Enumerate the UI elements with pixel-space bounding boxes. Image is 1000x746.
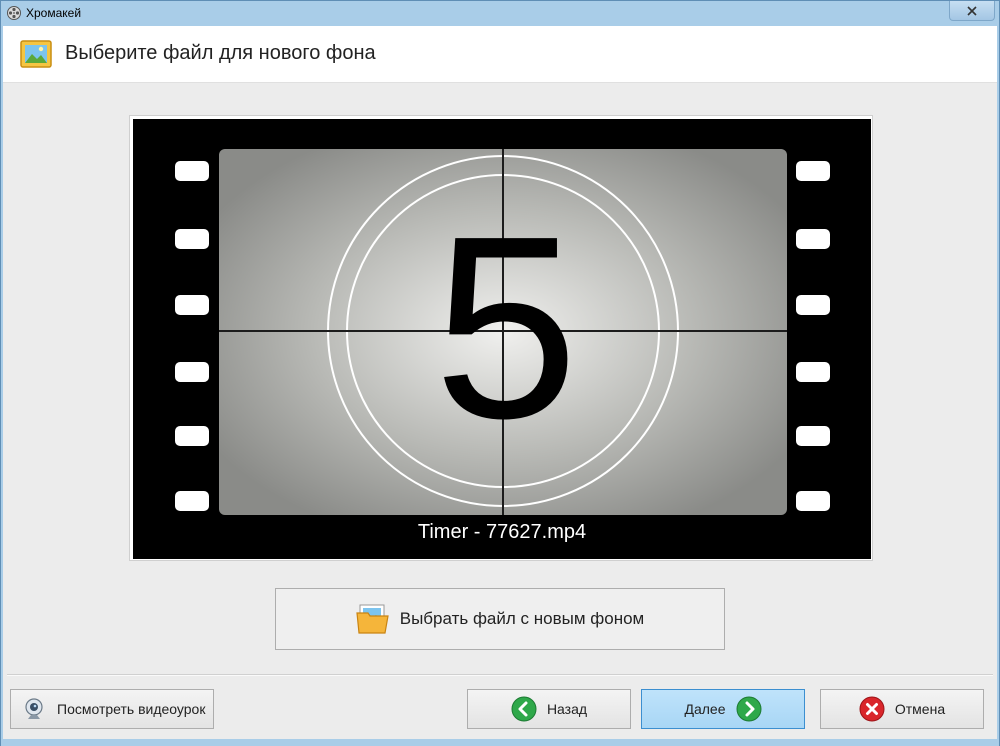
window-title: Хромакей bbox=[26, 6, 82, 20]
countdown-film-preview: 5 bbox=[133, 119, 871, 559]
choose-background-file-button[interactable]: Выбрать файл с новым фоном bbox=[275, 588, 725, 650]
countdown-digit: 5 bbox=[434, 183, 579, 473]
chromakey-window: Хромакей Выберите файл для нового фона 5… bbox=[0, 0, 1000, 746]
watch-tutorial-label: Посмотреть видеоурок bbox=[57, 701, 206, 717]
next-label: Далее bbox=[684, 701, 726, 717]
webcam-icon bbox=[25, 698, 43, 719]
back-button[interactable]: Назад bbox=[467, 689, 631, 729]
choose-file-label: Выбрать файл с новым фоном bbox=[399, 609, 645, 628]
arrow-left-icon bbox=[511, 696, 537, 722]
picture-folder-icon bbox=[20, 40, 52, 68]
back-label: Назад bbox=[546, 701, 588, 717]
film-reel-icon bbox=[7, 6, 21, 20]
close-icon bbox=[967, 5, 977, 16]
watch-tutorial-button[interactable]: Посмотреть видеоурок bbox=[10, 689, 214, 729]
footer-divider bbox=[7, 674, 993, 676]
next-button[interactable]: Далее bbox=[641, 689, 805, 729]
open-folder-icon bbox=[356, 604, 389, 634]
page-header: Выберите файл для нового фона bbox=[3, 26, 997, 83]
cancel-label: Отмена bbox=[894, 701, 946, 717]
arrow-right-icon bbox=[736, 696, 761, 722]
title-bar: Хромакей bbox=[1, 1, 999, 26]
cancel-icon bbox=[859, 696, 885, 722]
video-filename: Timer - 77627.mp4 bbox=[417, 521, 587, 543]
cancel-button[interactable]: Отмена bbox=[820, 689, 984, 729]
window-bottom-border bbox=[1, 739, 999, 746]
page-title: Выберите файл для нового фона bbox=[65, 42, 376, 64]
window-close-button[interactable] bbox=[949, 1, 995, 21]
video-preview: 5 Timer - 77627.mp4 bbox=[129, 115, 873, 561]
main-content: 5 Timer - 77627.mp4 Выбрать файл с новым… bbox=[3, 83, 997, 739]
